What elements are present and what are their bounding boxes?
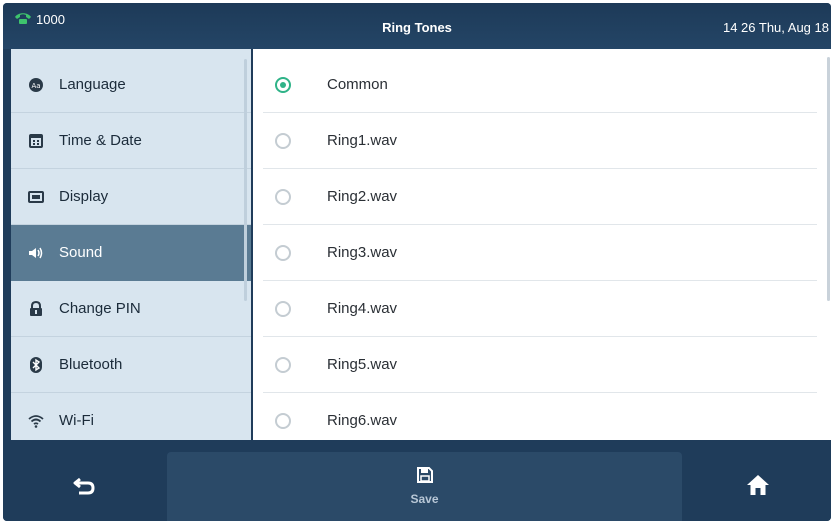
calendar-icon [27, 132, 45, 150]
language-icon: Aa [27, 76, 45, 94]
sidebar-item-label: Change PIN [59, 300, 141, 317]
tone-label: Common [327, 76, 388, 93]
list-scrollbar[interactable] [827, 57, 830, 301]
list-item[interactable]: Ring1.wav [253, 113, 831, 169]
tone-label: Ring2.wav [327, 188, 398, 205]
sidebar-item-display[interactable]: Display [11, 169, 251, 225]
radio-button[interactable] [275, 133, 291, 149]
radio-button[interactable] [275, 301, 291, 317]
sidebar-item-sound[interactable]: Sound [11, 225, 251, 281]
soft-key-bar: Save [3, 440, 831, 521]
sidebar-item-language[interactable]: Aa Language [11, 57, 251, 113]
tone-label: Ring6.wav [327, 412, 398, 429]
list-item[interactable]: Common [253, 57, 831, 113]
bluetooth-icon [27, 356, 45, 374]
sidebar-item-wifi[interactable]: Wi-Fi [11, 393, 251, 440]
back-button[interactable] [69, 476, 99, 500]
phone-screen: 1000 Ring Tones 14 26 Thu, Aug 18 Aa Lan… [3, 3, 831, 521]
tone-label: Ring3.wav [327, 244, 398, 261]
save-label: Save [410, 492, 439, 506]
date-time: 14 26 Thu, Aug 18 [722, 20, 829, 35]
display-icon [27, 188, 45, 206]
sidebar-item-bluetooth[interactable]: Bluetooth [11, 337, 251, 393]
sidebar-scrollbar[interactable] [244, 59, 247, 301]
radio-button[interactable] [275, 189, 291, 205]
wifi-icon [27, 412, 45, 430]
sidebar-item-change-pin[interactable]: Change PIN [11, 281, 251, 337]
settings-sidebar: Aa Language Time & Date Display Sound Ch… [11, 49, 251, 440]
list-item[interactable]: Ring4.wav [253, 281, 831, 337]
radio-button[interactable] [275, 245, 291, 261]
page-title: Ring Tones [382, 20, 452, 35]
list-item[interactable]: Ring2.wav [253, 169, 831, 225]
status-bar: 1000 Ring Tones 14 26 Thu, Aug 18 [3, 3, 831, 49]
radio-button[interactable] [275, 357, 291, 373]
sidebar-item-time-date[interactable]: Time & Date [11, 113, 251, 169]
radio-button-selected[interactable] [275, 77, 291, 93]
floppy-disk-icon [416, 467, 433, 488]
home-icon [746, 474, 770, 501]
sidebar-item-label: Wi-Fi [59, 412, 94, 429]
list-item[interactable]: Ring5.wav [253, 337, 831, 393]
sidebar-item-label: Sound [59, 244, 103, 261]
list-item[interactable]: Ring6.wav [253, 393, 831, 440]
list-item[interactable]: Ring3.wav [253, 225, 831, 281]
svg-text:Aa: Aa [31, 82, 40, 90]
ring-tone-list: Common Ring1.wav Ring2.wav Ring3.wav Rin… [253, 49, 831, 440]
speaker-icon [27, 244, 45, 262]
home-button[interactable] [743, 474, 773, 500]
save-button[interactable]: Save [167, 452, 682, 521]
sidebar-item-label: Time & Date [59, 132, 142, 149]
sidebar-item-label: Bluetooth [59, 356, 123, 373]
sidebar-item-label: Language [59, 76, 126, 93]
tone-label: Ring4.wav [327, 300, 398, 317]
tone-label: Ring5.wav [327, 356, 398, 373]
back-arrow-icon [73, 477, 95, 500]
radio-button[interactable] [275, 413, 291, 429]
lock-icon [27, 300, 45, 318]
sidebar-item-label: Display [59, 188, 109, 205]
tone-label: Ring1.wav [327, 132, 398, 149]
